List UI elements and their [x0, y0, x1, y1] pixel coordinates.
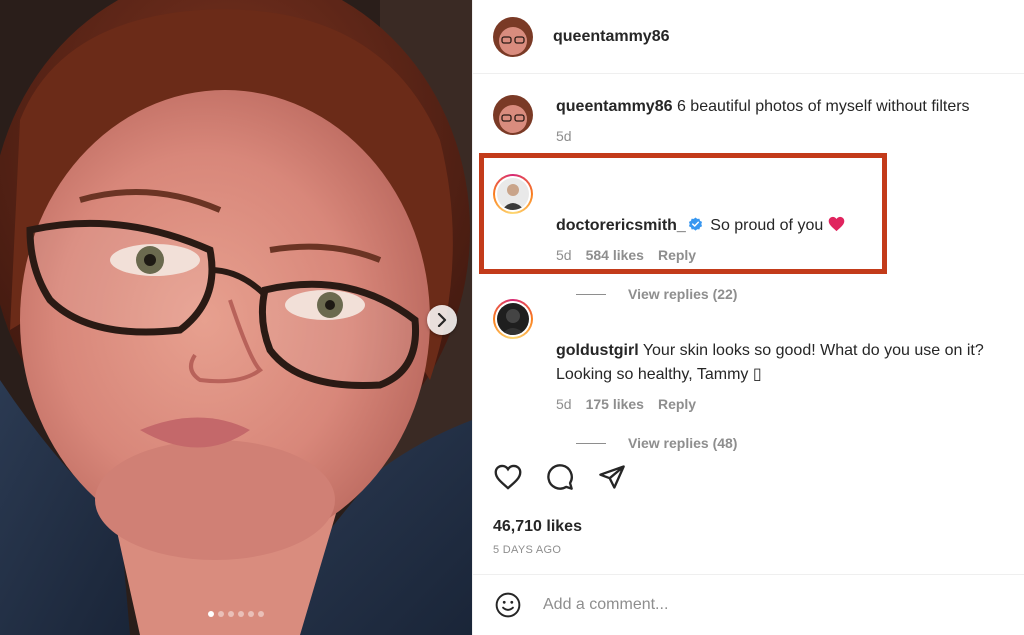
share-button[interactable] — [597, 462, 627, 492]
caption-username[interactable]: queentammy86 — [556, 98, 673, 115]
comment-button[interactable] — [545, 462, 575, 492]
comment-icon — [547, 464, 573, 490]
carousel-dot — [258, 611, 264, 617]
comment-text: So proud of you — [710, 217, 824, 234]
share-icon — [599, 465, 625, 489]
next-photo-button[interactable] — [427, 305, 457, 335]
comment-username[interactable]: doctorericsmith_ — [556, 217, 686, 234]
comment-age: 5d — [556, 247, 572, 263]
carousel-dot — [218, 611, 224, 617]
post-date: 5 DAYS AGO — [493, 544, 562, 556]
red-heart-emoji-icon — [828, 216, 844, 232]
comment-item: goldustgirl Your skin looks so good! Wha… — [493, 299, 1018, 451]
reply-button[interactable]: Reply — [658, 247, 696, 263]
divider — [576, 442, 606, 444]
comment-username[interactable]: goldustgirl — [556, 342, 639, 359]
caption-avatar[interactable] — [493, 95, 533, 135]
carousel-dots — [0, 611, 472, 617]
heart-icon — [494, 464, 522, 490]
verified-badge-icon — [688, 217, 702, 231]
post-caption: queentammy86 6 beautiful photos of mysel… — [493, 95, 1018, 144]
post-photo — [0, 0, 472, 635]
carousel-dot — [228, 611, 234, 617]
post-sidebar: queentammy86 queentammy86 6 beautiful ph… — [472, 0, 1024, 635]
comment-input[interactable] — [543, 596, 963, 614]
caption-age: 5d — [556, 128, 572, 144]
author-username[interactable]: queentammy86 — [553, 28, 670, 46]
post-actions — [493, 462, 627, 492]
post-header: queentammy86 — [473, 0, 1024, 74]
comment-composer — [473, 574, 1024, 635]
comment-item: doctorericsmith_ So proud of you 5d 584 … — [493, 174, 1018, 302]
selfie-photo — [0, 0, 472, 635]
caption-text: 6 beautiful photos of myself without fil… — [676, 98, 970, 115]
emoji-icon — [495, 592, 521, 618]
author-avatar[interactable] — [493, 16, 533, 57]
comment-likes[interactable]: 175 likes — [586, 396, 644, 412]
chevron-right-icon — [437, 313, 447, 327]
reply-button[interactable]: Reply — [658, 396, 696, 412]
commenter-avatar[interactable] — [493, 299, 533, 339]
carousel-dot — [248, 611, 254, 617]
comment-age: 5d — [556, 396, 572, 412]
carousel-dot — [238, 611, 244, 617]
comment-likes[interactable]: 584 likes — [586, 247, 644, 263]
divider — [576, 293, 606, 295]
view-replies-button[interactable]: View replies (48) — [576, 435, 1018, 451]
emoji-button[interactable] — [493, 590, 523, 620]
like-button[interactable] — [493, 462, 523, 492]
commenter-avatar[interactable] — [493, 174, 533, 214]
carousel-dot — [208, 611, 214, 617]
likes-count[interactable]: 46,710 likes — [493, 518, 582, 536]
view-replies-label: View replies (48) — [628, 435, 738, 451]
